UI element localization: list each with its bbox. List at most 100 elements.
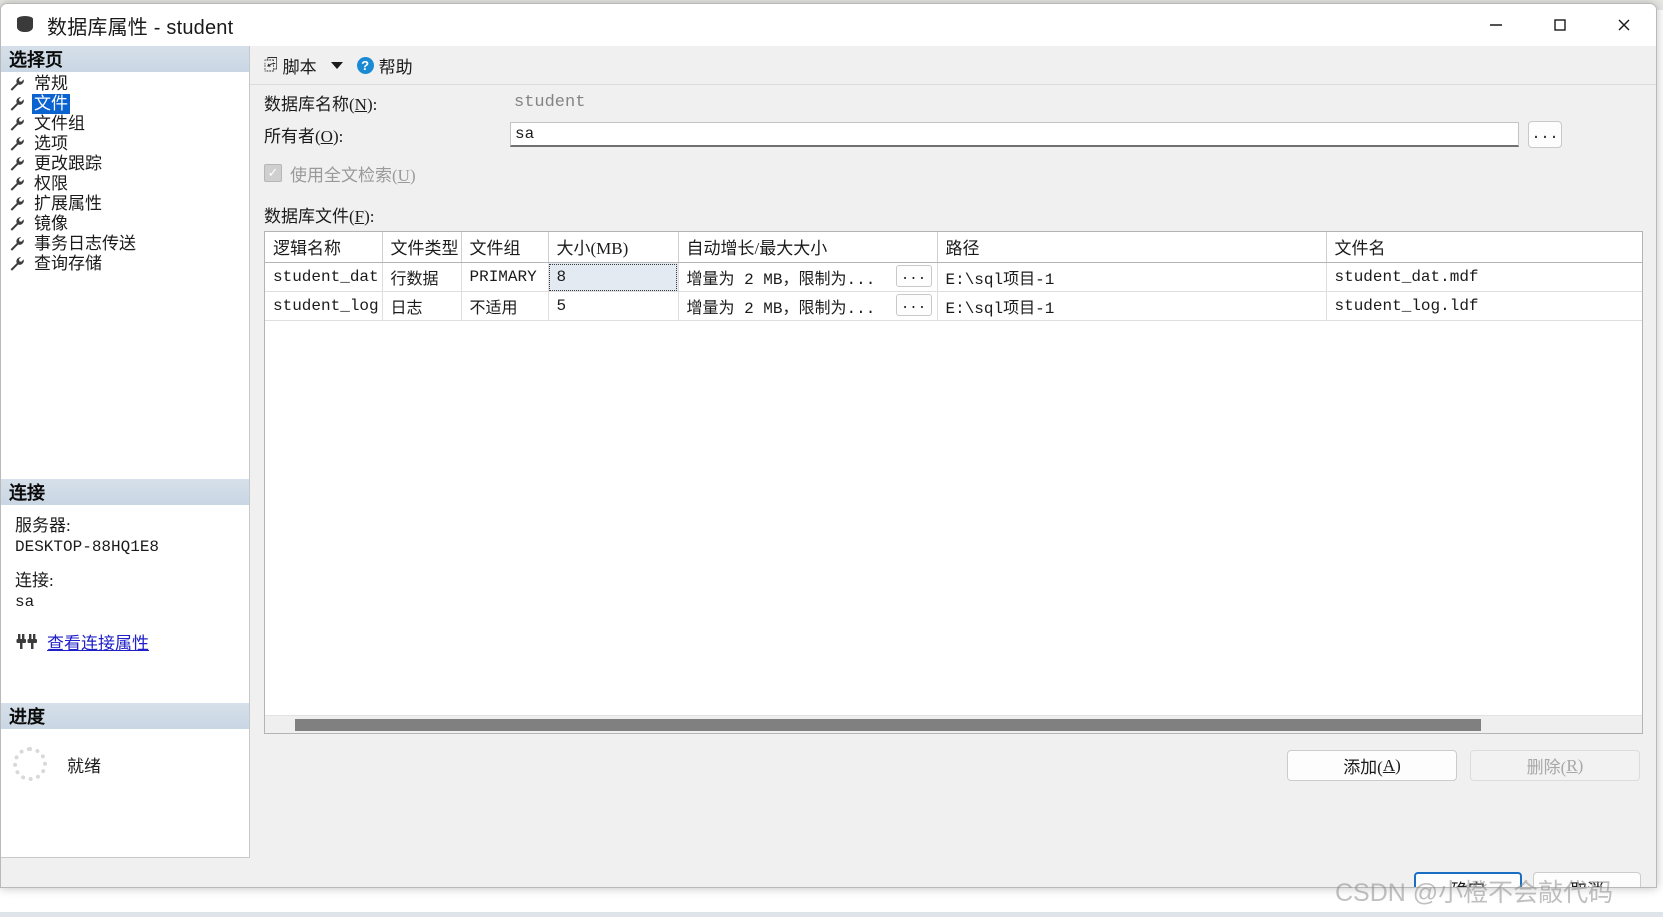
sidebar-item-general[interactable]: 常规 [1,74,249,94]
database-files-grid: 逻辑名称 文件类型 文件组 大小(MB) 自动增长/最大大小 路径 文件名 st… [264,231,1643,734]
cell-autogrowth-text: 增量为 2 MB，限制为... [686,271,876,289]
cell-file-name[interactable]: student_log.ldf [1326,291,1642,321]
grid-horizontal-scrollbar[interactable] [265,715,1642,733]
minimize-icon[interactable] [1464,4,1528,46]
owner-input[interactable] [510,121,1519,147]
sidebar-item-label: 文件组 [34,114,85,133]
column-header-filegroup[interactable]: 文件组 [461,232,549,263]
server-label: 服务器: [15,516,71,535]
content-area: 数据库名称(N): student 所有者(O): ... ✓ 使用全文检索(U… [250,86,1656,846]
connection-label: 连接: [15,571,54,590]
table-row[interactable]: student_dat 行数据 PRIMARY 8 增量为 2 MB，限制为..… [265,262,1642,292]
progress-status: 就绪 [67,756,101,776]
select-page-header: 选择页 [1,46,249,72]
sidebar-item-change-tracking[interactable]: 更改跟踪 [1,154,249,174]
wrench-icon [9,156,26,172]
cell-size-mb[interactable]: 8 [548,262,679,292]
scrollbar-thumb[interactable] [295,719,1481,731]
sidebar-item-mirroring[interactable]: 镜像 [1,214,249,234]
wrench-icon [9,256,26,272]
connection-section: 连接 服务器: DESKTOP-88HQ1E8 连接: sa 查看连接属性 [1,479,249,654]
cancel-button[interactable]: 取消 [1533,872,1641,887]
chevron-down-icon[interactable] [330,61,343,69]
server-value: DESKTOP-88HQ1E8 [15,538,160,556]
sidebar-item-label: 常规 [34,74,68,93]
sidebar-item-permissions[interactable]: 权限 [1,174,249,194]
script-label: 脚本 [282,57,317,77]
cell-autogrowth[interactable]: 增量为 2 MB，限制为... ... [678,291,938,321]
cell-path[interactable]: E:\sql项目-1 [937,291,1327,321]
cell-path[interactable]: E:\sql项目-1 [937,262,1327,292]
cell-file-type[interactable]: 行数据 [382,262,462,292]
window-controls [1464,4,1656,46]
script-icon: ⎘ [264,55,278,75]
view-connection-properties-link[interactable]: 查看连接属性 [47,629,149,654]
cell-autogrowth-text: 增量为 2 MB，限制为... [686,300,876,318]
progress-header: 进度 [1,703,249,729]
sidebar-item-label: 选项 [34,134,68,153]
taskbar-peek [0,912,1663,917]
column-header-size-mb[interactable]: 大小(MB) [548,232,679,263]
column-header-autogrowth[interactable]: 自动增长/最大大小 [678,232,938,263]
sidebar-item-files[interactable]: 文件 [1,94,249,114]
cell-file-type[interactable]: 日志 [382,291,462,321]
add-button[interactable]: 添加(A) [1287,750,1457,781]
autogrowth-browse-button[interactable]: ... [895,294,932,316]
sidebar-item-label: 权限 [34,174,68,193]
wrench-icon [9,216,26,232]
cell-file-name[interactable]: student_dat.mdf [1326,262,1642,292]
wrench-icon [9,176,26,192]
sidebar: 选择页 常规 文件 文件组 选项 更改跟踪 权限 扩展属性 镜像 事务日志传送 … [1,46,250,858]
spinner-icon [13,747,47,781]
sidebar-item-query-store[interactable]: 查询存储 [1,254,249,274]
sidebar-item-log-shipping[interactable]: 事务日志传送 [1,234,249,254]
wrench-icon [9,236,26,252]
cell-filegroup[interactable]: PRIMARY [461,262,549,292]
connection-value: sa [15,593,35,611]
toolbar: ⎘ 脚本 ? 帮助 [250,46,1656,85]
column-header-file-name[interactable]: 文件名 [1326,232,1642,263]
maximize-icon[interactable] [1528,4,1592,46]
sidebar-item-extended-properties[interactable]: 扩展属性 [1,194,249,214]
help-icon: ? [356,56,374,74]
grid-action-buttons: 添加(A) 删除(R) [250,750,1656,781]
column-header-logical-name[interactable]: 逻辑名称 [265,232,383,263]
ok-button[interactable]: 确定 [1414,872,1522,887]
help-button[interactable]: ? 帮助 [353,51,417,80]
sidebar-item-label: 扩展属性 [34,194,102,213]
owner-label: 所有者(O): [264,126,344,146]
cell-logical-name[interactable]: student_dat [265,262,383,292]
cell-filegroup[interactable]: 不适用 [461,291,549,321]
owner-row: 所有者(O): ... [264,118,1656,150]
sidebar-item-label: 文件 [32,94,70,114]
cell-logical-name[interactable]: student_log [265,291,383,321]
wrench-icon [9,76,26,92]
delete-button[interactable]: 删除(R) [1470,750,1640,781]
autogrowth-browse-button[interactable]: ... [895,265,932,287]
sidebar-item-options[interactable]: 选项 [1,134,249,154]
table-row[interactable]: student_log 日志 不适用 5 增量为 2 MB，限制为... ...… [265,291,1642,321]
window-body: 选择页 常规 文件 文件组 选项 更改跟踪 权限 扩展属性 镜像 事务日志传送 … [1,46,1656,887]
cell-autogrowth[interactable]: 增量为 2 MB，限制为... ... [678,262,938,292]
sidebar-item-filegroups[interactable]: 文件组 [1,114,249,134]
database-properties-window: 数据库属性 - student 选择页 常规 文件 文件组 选项 更改跟踪 权限… [0,3,1657,888]
sidebar-item-label: 查询存储 [34,254,102,273]
sidebar-item-label: 事务日志传送 [34,234,136,253]
script-button[interactable]: ⎘ 脚本 [260,51,321,80]
progress-section: 进度 就绪 [1,703,249,781]
owner-browse-button[interactable]: ... [1528,120,1562,148]
table-header-row: 逻辑名称 文件类型 文件组 大小(MB) 自动增长/最大大小 路径 文件名 [265,232,1642,263]
column-header-file-type[interactable]: 文件类型 [382,232,462,263]
wrench-icon [9,136,26,152]
cell-size-mb[interactable]: 5 [548,291,679,321]
column-header-path[interactable]: 路径 [937,232,1327,263]
title-bar: 数据库属性 - student [1,4,1656,46]
fulltext-checkbox-row[interactable]: ✓ 使用全文检索(U) [264,160,1656,186]
sidebar-item-label: 更改跟踪 [34,154,102,173]
sidebar-nav-list: 常规 文件 文件组 选项 更改跟踪 权限 扩展属性 镜像 事务日志传送 查询存储 [1,72,249,274]
database-icon [15,14,35,36]
close-icon[interactable] [1592,4,1656,46]
database-files-label: 数据库文件(F): [264,207,375,226]
wrench-icon [9,96,26,112]
fulltext-label: 使用全文检索(U) [290,165,416,185]
